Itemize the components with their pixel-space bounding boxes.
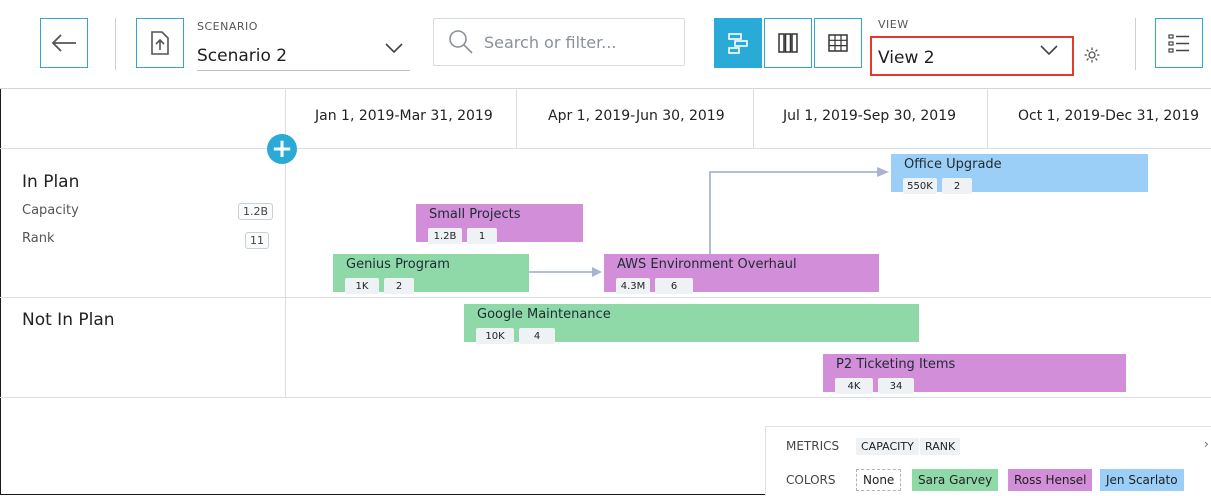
bar-p2-ticketing-items[interactable]: P2 Ticketing Items 4K 34 [823, 354, 1126, 394]
rank-chip: 34 [878, 378, 914, 394]
capacity-chip: 4.3M [616, 278, 650, 294]
capacity-chip: 10K [476, 328, 514, 344]
bar-title: Office Upgrade [904, 157, 1002, 172]
color-option-sara-garvey[interactable]: Sara Garvey [912, 469, 999, 491]
capacity-chip: 1K [345, 278, 379, 294]
colors-label: COLORS [786, 473, 836, 487]
connector-genius-to-aws-arrow [592, 267, 602, 277]
bar-title: Genius Program [346, 257, 450, 272]
bar-small-projects[interactable]: Small Projects 1.2B 1 [416, 204, 583, 244]
close-icon[interactable]: › [1204, 437, 1209, 451]
bar-title: AWS Environment Overhaul [617, 257, 797, 272]
bar-title: Google Maintenance [477, 307, 611, 322]
bar-genius-program[interactable]: Genius Program 1K 2 [333, 254, 529, 294]
rank-chip: 2 [942, 178, 972, 194]
bar-aws-environment-overhaul[interactable]: AWS Environment Overhaul 4.3M 6 [604, 254, 879, 294]
color-option-none[interactable]: None [856, 469, 902, 491]
legend-panel: METRICS CAPACITY RANK › COLORS None Sara… [765, 426, 1211, 496]
capacity-chip: 4K [835, 378, 873, 394]
rank-chip: 2 [384, 278, 414, 294]
metrics-label: METRICS [786, 439, 840, 453]
bar-title: Small Projects [429, 207, 521, 222]
color-option-ross-hensel[interactable]: Ross Hensel [1008, 469, 1093, 491]
bar-google-maintenance[interactable]: Google Maintenance 10K 4 [464, 304, 919, 344]
connector-aws-to-office-arrow [877, 167, 889, 177]
metric-tag-capacity[interactable]: CAPACITY [856, 438, 919, 455]
connector-aws-to-office [709, 171, 880, 254]
bar-office-upgrade[interactable]: Office Upgrade 550K 2 [891, 154, 1148, 194]
rank-chip: 4 [519, 328, 555, 344]
dependency-connectors [529, 167, 889, 277]
color-option-jen-scarlato[interactable]: Jen Scarlato [1100, 469, 1184, 491]
capacity-chip: 550K [903, 178, 937, 194]
metric-tag-rank[interactable]: RANK [920, 438, 961, 455]
capacity-chip: 1.2B [428, 228, 462, 244]
bar-title: P2 Ticketing Items [836, 357, 956, 372]
rank-chip: 1 [467, 228, 497, 244]
rank-chip: 6 [655, 278, 693, 294]
